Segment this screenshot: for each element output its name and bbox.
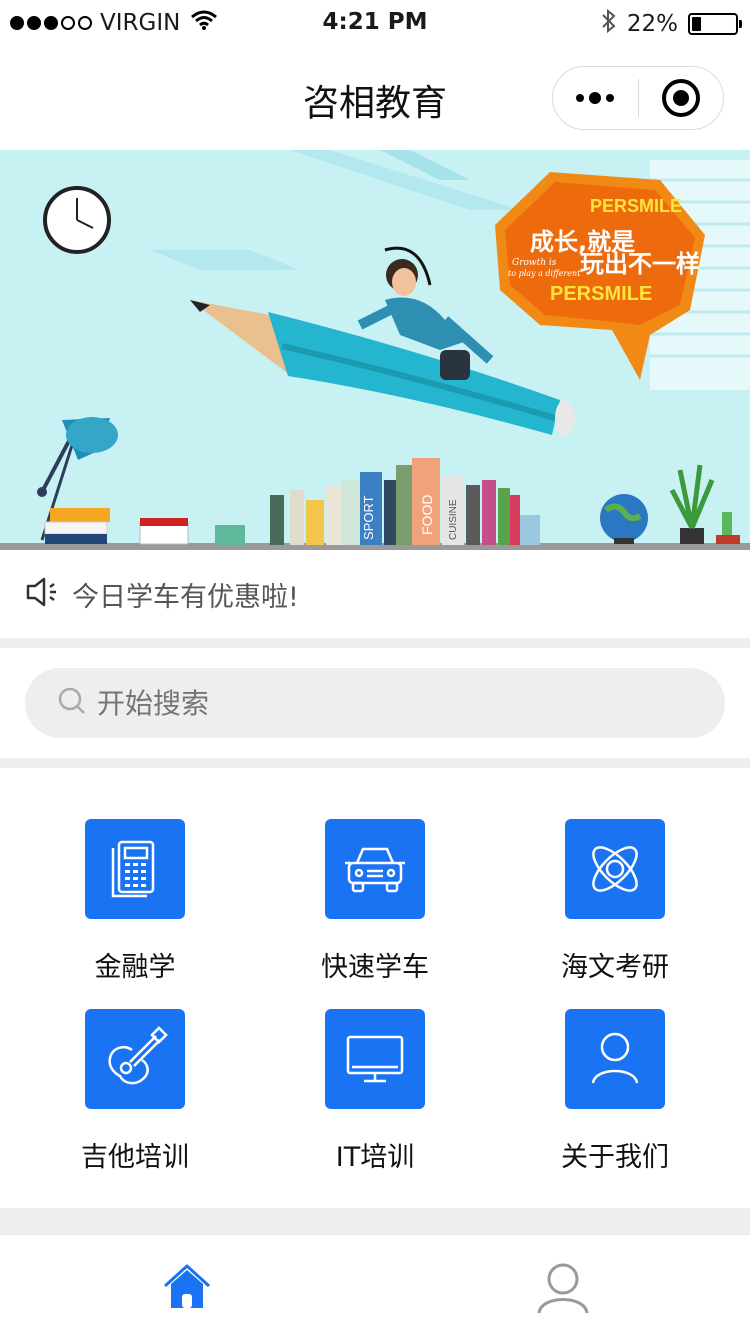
- promo-banner[interactable]: SPORT FOOD CUISINE PERSMILE 成长,就是 玩出不一样 …: [0, 150, 750, 550]
- navigation-bar: 咨相教育: [0, 46, 750, 150]
- guitar-icon: [85, 1009, 185, 1109]
- book-sport: SPORT: [361, 495, 376, 540]
- menu-item-exam[interactable]: 海文考研: [490, 819, 740, 999]
- menu-item-about[interactable]: 关于我们: [490, 1009, 740, 1189]
- menu-label: 金融学: [94, 952, 176, 983]
- menu-label: IT培训: [335, 1142, 415, 1173]
- menu-item-driving[interactable]: 快速学车: [250, 819, 500, 999]
- notice-text: 今日学车有优惠啦!: [72, 581, 299, 613]
- banner-illustration: SPORT FOOD CUISINE PERSMILE 成长,就是 玩出不一样 …: [0, 150, 750, 550]
- section-divider: [0, 1208, 750, 1234]
- section-divider: [0, 638, 750, 648]
- calculator-icon: [85, 819, 185, 919]
- monitor-icon: [325, 1009, 425, 1109]
- atom-icon: [565, 819, 665, 919]
- home-icon[interactable]: [157, 1257, 217, 1317]
- speaker-icon: [24, 575, 60, 613]
- more-dots-icon[interactable]: [553, 67, 638, 129]
- menu-item-it[interactable]: IT培训: [250, 1009, 500, 1189]
- menu-item-finance[interactable]: 金融学: [10, 819, 260, 999]
- menu-label: 海文考研: [561, 952, 669, 983]
- menu-label: 快速学车: [321, 952, 429, 983]
- menu-label: 关于我们: [561, 1142, 669, 1173]
- battery-icon: [688, 13, 742, 35]
- search-bar[interactable]: [25, 668, 725, 738]
- badge-script-2: to play a different: [508, 269, 581, 278]
- notice-bar[interactable]: 今日学车有优惠啦!: [0, 550, 750, 638]
- category-grid: 金融学 快速学车 海文考研 吉他培训 IT培训 关于我们: [0, 768, 750, 1208]
- profile-icon[interactable]: [533, 1257, 593, 1317]
- status-bar: VIRGIN 4:21 PM 22%: [0, 0, 750, 46]
- badge-logo: PERSMILE: [590, 196, 682, 216]
- book-cuisine: CUISINE: [448, 499, 459, 540]
- search-icon: [57, 686, 87, 720]
- badge-line2: 玩出不一样: [580, 250, 700, 278]
- menu-item-guitar[interactable]: 吉他培训: [10, 1009, 260, 1189]
- book-food: FOOD: [419, 495, 435, 535]
- section-divider: [0, 758, 750, 768]
- search-input[interactable]: [97, 686, 657, 720]
- user-icon: [565, 1009, 665, 1109]
- target-icon[interactable]: [639, 67, 724, 129]
- badge-script: Growth is: [512, 258, 557, 268]
- badge-brand: PERSMILE: [550, 283, 652, 305]
- search-section: [0, 648, 750, 758]
- battery-percent: 22%: [626, 11, 678, 37]
- tab-bar: [0, 1234, 750, 1334]
- bluetooth-icon: [601, 8, 617, 40]
- status-right: 22%: [601, 8, 742, 40]
- menu-label: 吉他培训: [81, 1142, 189, 1173]
- mini-program-capsule: [552, 66, 724, 130]
- car-icon: [325, 819, 425, 919]
